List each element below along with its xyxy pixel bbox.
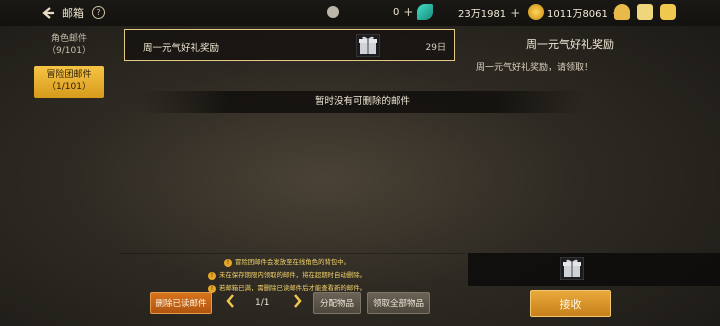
next-page-icon[interactable]	[293, 293, 303, 313]
notice-item: ! 未在保存期限内领取的邮件，将在超期时自动删除。	[208, 269, 448, 282]
receive-button[interactable]: 接收	[530, 290, 611, 317]
silver-coin-icon	[327, 6, 339, 18]
notice-list: ! 冒险团邮件会发放至在线角色的背包中。 ! 未在保存期限内领取的邮件，将在超期…	[208, 256, 448, 295]
currency-2-value: 23万1981	[458, 9, 507, 20]
currency-1: 0 +	[327, 5, 413, 19]
gift-box-icon	[355, 33, 381, 58]
page-indicator: 1/1	[255, 298, 270, 308]
info-icon: !	[208, 271, 216, 280]
distribute-items-button[interactable]: 分配物品	[313, 292, 361, 314]
notice-text: 冒险团邮件会发放至在线角色的背包中。	[235, 258, 351, 266]
delete-read-mail-button[interactable]: 删除已读邮件	[150, 292, 212, 314]
add-currency-1-button[interactable]: +	[403, 5, 413, 19]
currency-3: 1011万8061 +	[547, 5, 622, 21]
mail-detail-title: 周一元气好礼奖励	[526, 38, 614, 51]
back-arrow-icon[interactable]	[40, 5, 56, 21]
currency-3-value: 1011万8061	[547, 9, 608, 20]
empty-delete-message: 暂时没有可删除的邮件	[140, 91, 585, 113]
chat-icon[interactable]	[660, 4, 676, 20]
gem-icon	[417, 4, 433, 20]
mail-detail-body: 周一元气好礼奖励，请领取！	[476, 63, 594, 73]
prev-page-icon[interactable]	[225, 293, 235, 313]
currency-1-value: 0	[393, 6, 400, 18]
attachment-gift-box-icon[interactable]	[559, 256, 585, 281]
tab-adventure-team-mail-count: （1/101）	[47, 82, 91, 92]
mail-expiry: 29日	[425, 43, 446, 53]
tab-adventure-team-mail-label: 冒险团邮件	[46, 70, 92, 80]
page-title: 邮箱	[62, 7, 84, 20]
notice-text: 未在保存期限内领取的邮件，将在超期时自动删除。	[219, 271, 366, 279]
gold-coin-icon	[528, 4, 544, 20]
divider	[120, 253, 465, 254]
add-currency-2-button[interactable]: +	[510, 6, 520, 20]
tab-character-mail[interactable]: 角色邮件 （9/101）	[30, 30, 108, 62]
mail-list-item[interactable]: 周一元气好礼奖励 29日	[124, 29, 455, 61]
info-icon: !	[224, 258, 232, 267]
claim-all-items-button[interactable]: 领取全部物品	[367, 292, 430, 314]
tab-adventure-team-mail[interactable]: 冒险团邮件 （1/101）	[34, 66, 104, 98]
tab-character-mail-count: （9/101）	[47, 46, 91, 56]
notice-item: ! 冒险团邮件会发放至在线角色的背包中。	[208, 256, 448, 269]
attachment-panel	[468, 253, 720, 286]
mail-tabs: 角色邮件 （9/101） 冒险团邮件 （1/101）	[30, 30, 108, 98]
mail-icon[interactable]	[637, 4, 653, 20]
help-icon[interactable]: ?	[92, 6, 105, 19]
pot-icon[interactable]	[614, 4, 630, 20]
currency-2: 23万1981 +	[458, 5, 520, 21]
tab-character-mail-label: 角色邮件	[50, 34, 87, 44]
mail-subject: 周一元气好礼奖励	[143, 43, 220, 54]
